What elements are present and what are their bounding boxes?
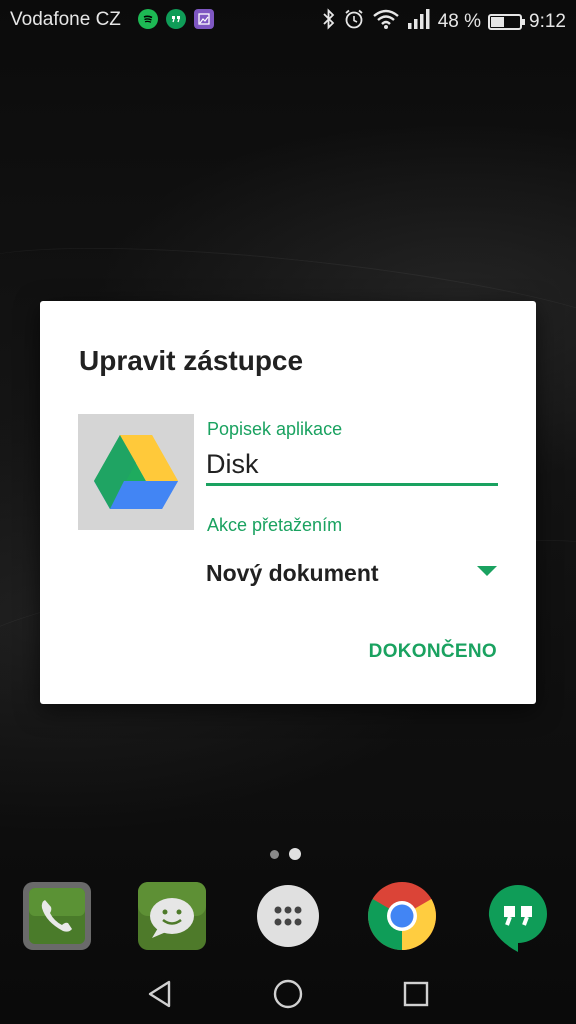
edit-shortcut-dialog: Upravit zástupce Popisek aplikace Akce p… <box>40 301 536 704</box>
page-dot-active <box>289 848 301 860</box>
hangouts-app[interactable] <box>482 880 554 952</box>
signal-icon <box>407 9 431 35</box>
home-icon <box>273 979 303 1009</box>
drag-action-caption: Akce přetažením <box>207 515 343 535</box>
status-bar: Vodafone CZ 48 % 9:12 <box>0 0 576 40</box>
done-button[interactable]: DOKONČENO <box>369 641 497 663</box>
chrome-icon <box>368 882 436 950</box>
app-label-caption: Popisek aplikace <box>207 419 343 439</box>
home-screen: Vodafone CZ 48 % 9:12 Upravit zástupce P… <box>0 0 576 1024</box>
alarm-icon <box>343 8 365 36</box>
chrome-app[interactable] <box>366 880 438 952</box>
page-dot <box>270 849 279 859</box>
bluetooth-icon <box>322 8 336 36</box>
system-status: 48 % 9:12 <box>322 8 566 36</box>
gallery-icon <box>194 9 214 29</box>
battery-icon <box>488 14 526 30</box>
dropdown-arrow-icon <box>476 564 498 583</box>
back-icon <box>148 980 171 1008</box>
app-label-input[interactable] <box>206 445 498 486</box>
back-button[interactable] <box>140 974 180 1014</box>
recents-button[interactable] <box>396 974 436 1014</box>
drag-action-value: Nový dokument <box>206 559 379 586</box>
messages-app[interactable] <box>136 880 208 952</box>
navigation-bar <box>0 962 576 1024</box>
battery-level <box>491 17 505 27</box>
clock: 9:12 <box>529 11 566 32</box>
notification-icons <box>138 9 214 29</box>
app-dock <box>0 876 576 956</box>
battery-percent: 48 % <box>437 11 482 32</box>
app-drawer-icon <box>257 885 319 947</box>
spotify-icon <box>138 9 158 29</box>
carrier-name: Vodafone CZ <box>10 9 121 30</box>
phone-icon <box>23 882 91 950</box>
hangouts-icon <box>488 884 547 952</box>
phone-app[interactable] <box>21 880 93 952</box>
app-drawer-button[interactable] <box>252 880 324 952</box>
dialog-title: Upravit zástupce <box>79 345 304 376</box>
page-indicator <box>270 848 301 860</box>
recents-icon <box>403 981 429 1007</box>
messages-icon <box>138 882 206 950</box>
app-icon-picker[interactable] <box>78 414 194 530</box>
drag-action-dropdown[interactable]: Nový dokument <box>206 553 498 593</box>
hangouts-icon <box>166 9 186 29</box>
wifi-icon <box>372 8 400 36</box>
home-button[interactable] <box>268 974 308 1014</box>
google-drive-icon <box>94 435 178 509</box>
